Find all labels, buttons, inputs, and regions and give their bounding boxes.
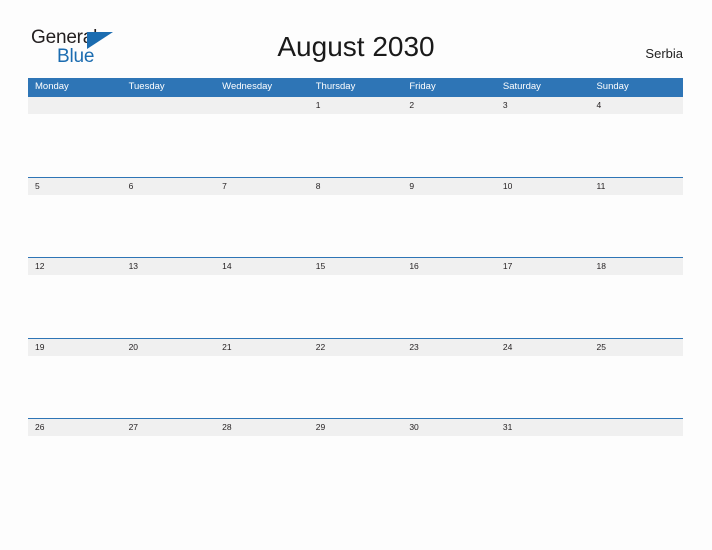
weekday-header-thursday: Thursday <box>315 81 356 92</box>
day-cell[interactable]: 2 <box>402 97 496 114</box>
day-cell[interactable]: 5 <box>28 178 122 195</box>
day-cell[interactable]: 1 <box>309 97 403 114</box>
day-cell[interactable] <box>122 97 216 114</box>
week-date-band: 12 13 14 15 16 17 18 <box>28 257 683 276</box>
week-date-band: 26 27 28 29 30 31 <box>28 418 683 437</box>
day-cell[interactable]: 3 <box>496 97 590 114</box>
weekday-header-tuesday: Tuesday <box>128 81 165 92</box>
calendar-week-row: 19 20 21 22 23 24 25 <box>28 337 683 419</box>
day-cell[interactable]: 26 <box>28 419 122 436</box>
weekday-header-row: Monday Tuesday Wednesday Thursday Friday… <box>28 78 683 96</box>
calendar-week-row: 12 13 14 15 16 17 18 <box>28 257 683 338</box>
week-date-band: 5 6 7 8 9 10 11 <box>28 176 683 195</box>
day-cell[interactable]: 31 <box>496 419 590 436</box>
day-cell[interactable]: 16 <box>402 258 496 275</box>
page-header: General Blue August 2030 Serbia <box>0 0 712 78</box>
day-cell[interactable]: 24 <box>496 339 590 356</box>
week-date-band: 1 2 3 4 <box>28 96 683 114</box>
day-cell[interactable]: 29 <box>309 419 403 436</box>
week-note-area[interactable] <box>28 356 683 418</box>
week-note-area[interactable] <box>28 436 683 498</box>
calendar-week-row: 1 2 3 4 <box>28 96 683 177</box>
day-cell[interactable] <box>215 97 309 114</box>
weekday-header-friday: Friday <box>409 81 436 92</box>
calendar-week-row: 26 27 28 29 30 31 <box>28 418 683 499</box>
day-cell[interactable]: 25 <box>589 339 683 356</box>
week-date-band: 19 20 21 22 23 24 25 <box>28 337 683 356</box>
day-cell[interactable]: 22 <box>309 339 403 356</box>
calendar-week-row: 5 6 7 8 9 10 11 <box>28 176 683 258</box>
country-label: Serbia <box>645 46 683 61</box>
day-cell[interactable]: 11 <box>589 178 683 195</box>
week-note-area[interactable] <box>28 114 683 176</box>
day-cell[interactable]: 8 <box>309 178 403 195</box>
day-cell[interactable]: 17 <box>496 258 590 275</box>
day-cell[interactable]: 9 <box>402 178 496 195</box>
day-cell[interactable]: 18 <box>589 258 683 275</box>
day-cell[interactable]: 12 <box>28 258 122 275</box>
day-cell[interactable] <box>589 419 683 436</box>
week-note-area[interactable] <box>28 275 683 337</box>
day-cell[interactable]: 19 <box>28 339 122 356</box>
day-cell[interactable]: 28 <box>215 419 309 436</box>
day-cell[interactable]: 14 <box>215 258 309 275</box>
day-cell[interactable]: 7 <box>215 178 309 195</box>
weekday-header-saturday: Saturday <box>502 81 541 92</box>
day-cell[interactable]: 27 <box>122 419 216 436</box>
day-cell[interactable]: 23 <box>402 339 496 356</box>
day-cell[interactable]: 6 <box>122 178 216 195</box>
week-note-area[interactable] <box>28 195 683 257</box>
day-cell[interactable]: 20 <box>122 339 216 356</box>
day-cell[interactable]: 15 <box>309 258 403 275</box>
page-title: August 2030 <box>277 31 435 62</box>
day-cell[interactable]: 13 <box>122 258 216 275</box>
weekday-header-wednesday: Wednesday <box>222 81 273 92</box>
day-cell[interactable]: 10 <box>496 178 590 195</box>
day-cell[interactable]: 21 <box>215 339 309 356</box>
day-cell[interactable] <box>28 97 122 114</box>
weekday-header-sunday: Sunday <box>596 81 629 92</box>
weekday-header-monday: Monday <box>35 81 69 92</box>
calendar-grid: Monday Tuesday Wednesday Thursday Friday… <box>28 78 683 499</box>
day-cell[interactable]: 30 <box>402 419 496 436</box>
day-cell[interactable]: 4 <box>589 97 683 114</box>
